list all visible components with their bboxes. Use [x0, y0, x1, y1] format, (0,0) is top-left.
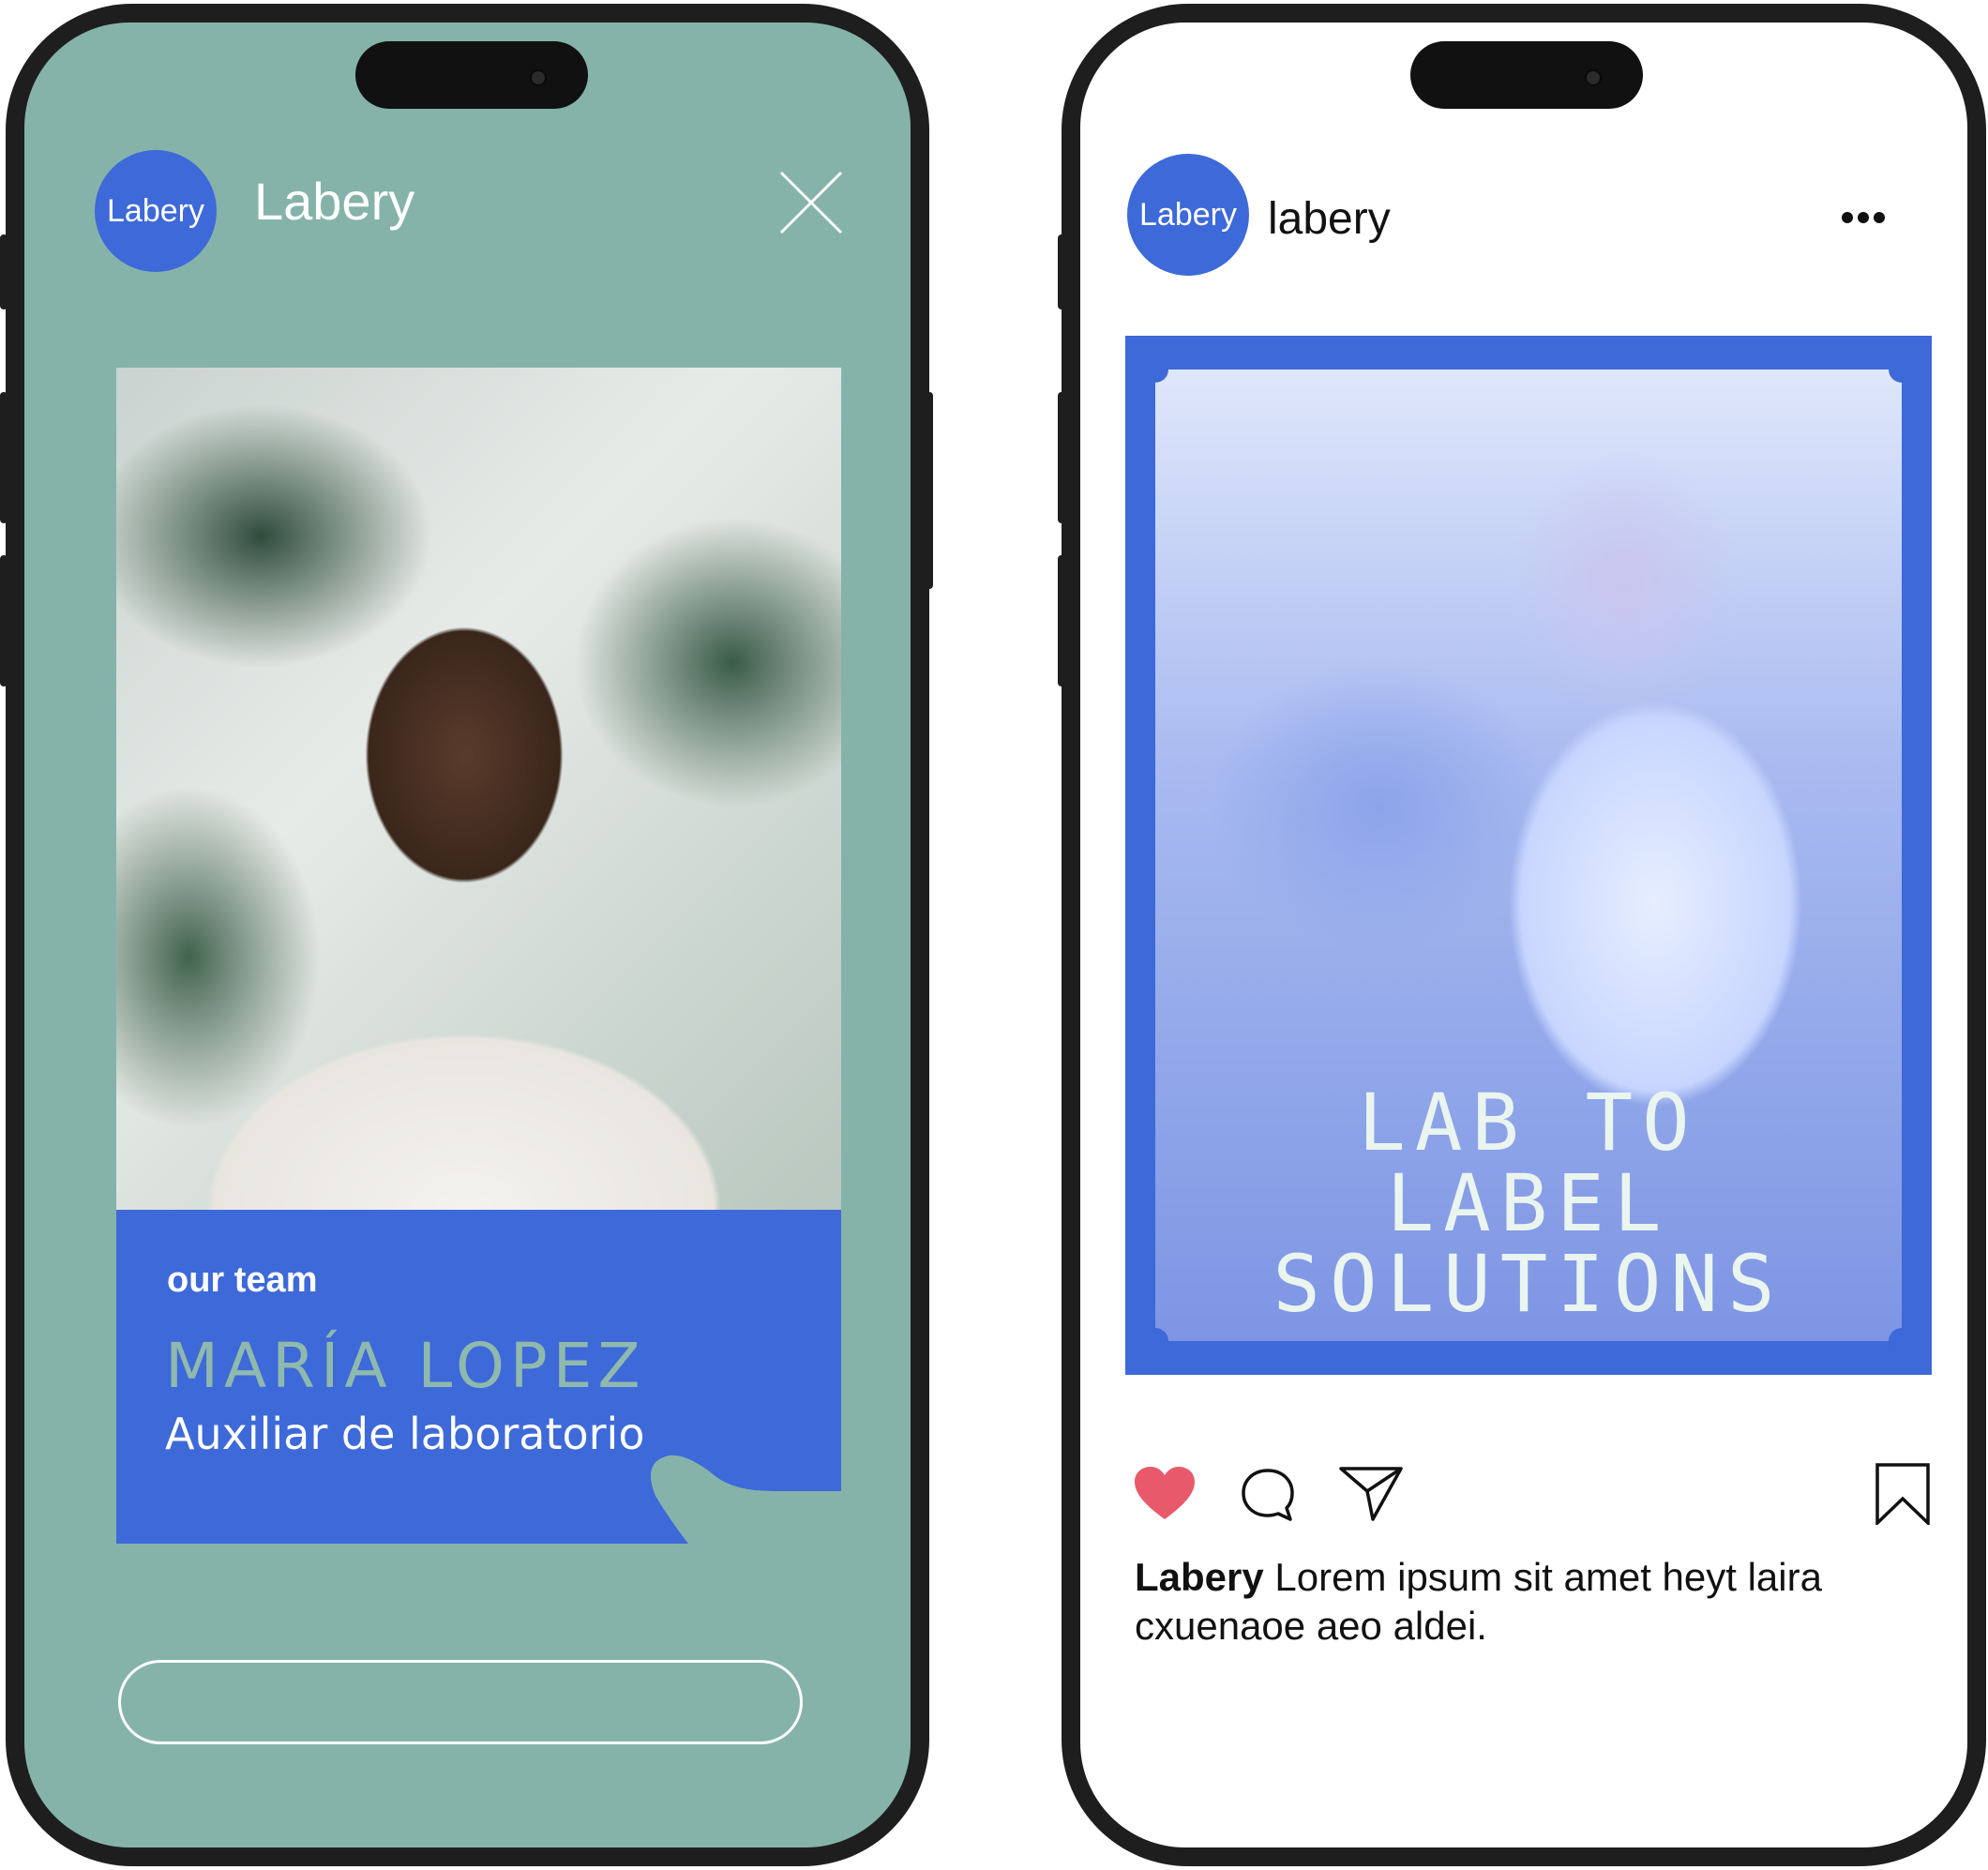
post-caption: Labery Lorem ipsum sit amet heyt laira c…	[1135, 1553, 1904, 1651]
avatar-label: Labery	[107, 192, 204, 229]
caption-author[interactable]: Labery	[1135, 1555, 1264, 1599]
profile-avatar[interactable]: Labery	[95, 150, 217, 272]
post-image-frame[interactable]: LAB TO LABEL SOLUTIONS	[1125, 336, 1932, 1375]
avatar-label: Labery	[1139, 196, 1237, 233]
account-name[interactable]: labery	[1268, 193, 1391, 245]
frame-corners	[1142, 356, 1915, 1354]
profile-avatar[interactable]: Labery	[1127, 154, 1249, 276]
comment-icon[interactable]	[1240, 1467, 1296, 1528]
person-name: MARÍA LOPEZ	[165, 1330, 646, 1402]
phone-story: Labery Labery our team MARÍA LOPEZ Auxil…	[6, 4, 929, 1866]
send-icon[interactable]	[1339, 1465, 1403, 1528]
account-name[interactable]: Labery	[254, 171, 414, 232]
dynamic-island	[1410, 41, 1643, 109]
phone-post: Labery labery LAB TO LABEL SOLUTIONS Lab…	[1062, 4, 1986, 1866]
post-screen: Labery labery LAB TO LABEL SOLUTIONS Lab…	[1080, 23, 1967, 1847]
section-label: our team	[167, 1260, 318, 1300]
story-screen: Labery Labery our team MARÍA LOPEZ Auxil…	[24, 23, 911, 1847]
reply-input[interactable]	[118, 1660, 803, 1744]
more-options-icon[interactable]	[1840, 210, 1887, 225]
dynamic-island	[355, 41, 588, 109]
camera-lens	[1585, 69, 1602, 86]
team-member-photo	[116, 368, 841, 1210]
team-card: our team MARÍA LOPEZ Auxiliar de laborat…	[116, 1210, 841, 1544]
person-role: Auxiliar de laboratorio	[165, 1409, 645, 1459]
bookmark-icon[interactable]	[1875, 1463, 1930, 1530]
post-actions	[1135, 1461, 1941, 1536]
close-icon[interactable]	[779, 171, 843, 234]
camera-lens	[530, 69, 547, 86]
heart-icon[interactable]	[1135, 1467, 1195, 1526]
